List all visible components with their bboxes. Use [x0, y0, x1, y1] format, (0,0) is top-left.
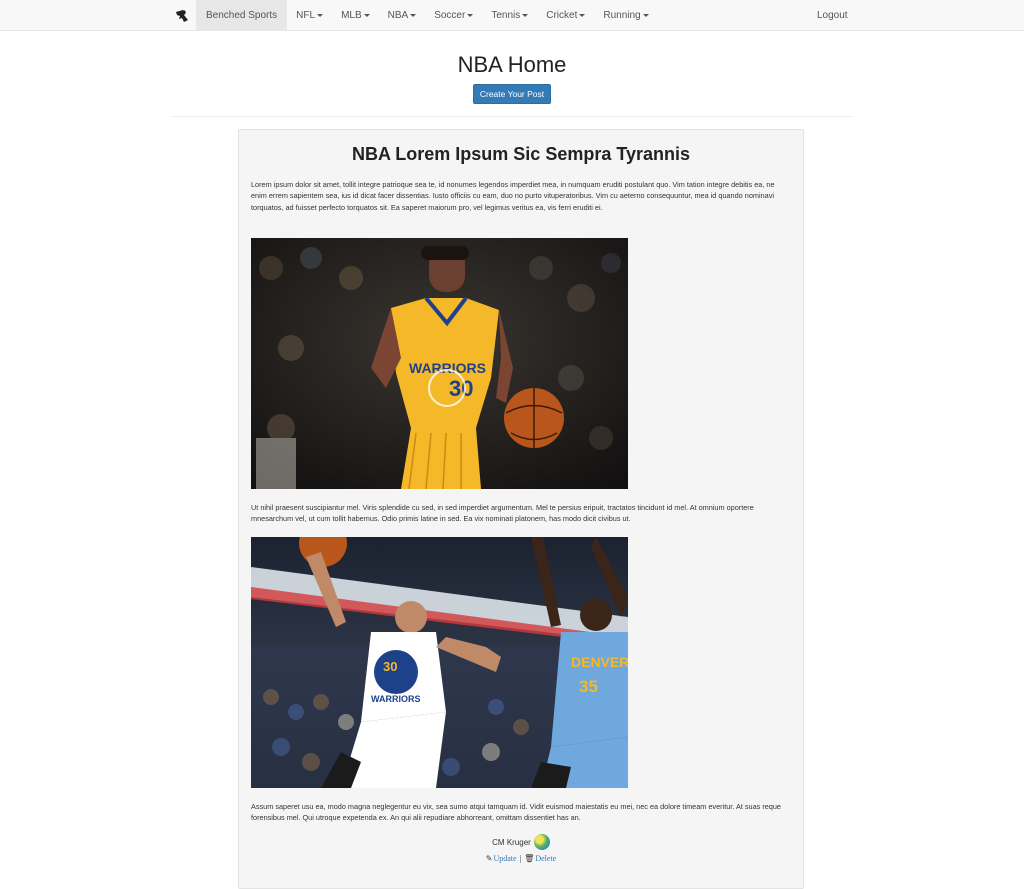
- nav-label: NFL: [296, 10, 316, 21]
- divider: [172, 116, 852, 117]
- nav-label: NBA: [387, 10, 409, 21]
- nav-label: Running: [603, 10, 641, 21]
- nav-item-running[interactable]: Running: [594, 0, 657, 31]
- caret-down-icon: [410, 14, 417, 17]
- page-title: NBA Home: [457, 52, 567, 77]
- caret-down-icon: [522, 14, 529, 17]
- nav-item-nba[interactable]: NBA: [379, 0, 426, 31]
- nav-item-nfl[interactable]: NFL: [287, 0, 332, 31]
- nav-label: MLB: [341, 10, 362, 21]
- caret-down-icon: [642, 14, 649, 17]
- nav-label: Benched Sports: [206, 10, 278, 21]
- logout-link[interactable]: Logout: [808, 0, 857, 31]
- post-image-player-layup: 30 WARRIORS DENVER 35: [251, 537, 628, 788]
- jersey-number-text: 30: [383, 659, 397, 674]
- post-title: NBA Lorem Ipsum Sic Sempra Tyrannis: [351, 144, 691, 164]
- pencil-icon: ✎: [485, 854, 493, 863]
- nav-label: Soccer: [434, 10, 466, 21]
- trash-icon: 🗑: [524, 854, 535, 863]
- caret-down-icon: [579, 14, 586, 17]
- logout-label: Logout: [817, 10, 848, 21]
- jersey-number-text: 30: [449, 376, 473, 401]
- nav-item-cricket[interactable]: Cricket: [537, 0, 594, 31]
- caret-down-icon: [317, 14, 324, 17]
- post-image-player-dribbling: WARRIORS 30: [251, 238, 628, 489]
- post-paragraph: Lorem ipsum dolor sit amet, tollit integ…: [251, 180, 775, 212]
- navbar-menu: Benched Sports NFL MLB NBA Soccer Tennis…: [168, 0, 658, 31]
- avatar[interactable]: [533, 834, 550, 850]
- post-paragraph: Ut nihil praesent suscipiantur mel. Viri…: [251, 503, 754, 524]
- top-navbar: Benched Sports NFL MLB NBA Soccer Tennis…: [0, 0, 1024, 31]
- caret-down-icon: [363, 14, 370, 17]
- nav-item-benched-sports[interactable]: Benched Sports: [196, 0, 288, 31]
- nav-label: Tennis: [491, 10, 521, 21]
- author-name: CM Kruger: [492, 837, 531, 847]
- create-post-button[interactable]: Create Your Post: [473, 84, 551, 104]
- nav-item-mlb[interactable]: MLB: [332, 0, 379, 31]
- post-author: CM Kruger: [239, 834, 803, 850]
- delete-link[interactable]: Delete: [535, 854, 556, 863]
- separator: |: [519, 854, 522, 863]
- post-actions: ✎ Update | 🗑 Delete: [239, 854, 803, 863]
- nav-item-tennis[interactable]: Tennis: [482, 0, 537, 31]
- post-paragraph: Assum saperet usu ea, modo magna neglege…: [251, 802, 781, 823]
- nav-label: Cricket: [546, 10, 578, 21]
- jersey-team-text: WARRIORS: [371, 694, 421, 704]
- silhouette-logo-icon[interactable]: [168, 0, 196, 31]
- update-link[interactable]: Update: [493, 854, 516, 863]
- jersey-team-text: WARRIORS: [409, 360, 486, 376]
- nav-item-soccer[interactable]: Soccer: [425, 0, 482, 31]
- post-card: NBA Lorem Ipsum Sic Sempra Tyrannis Lore…: [238, 129, 804, 889]
- jersey-team-text: DENVER: [571, 654, 628, 670]
- jersey-number-text: 35: [579, 677, 598, 696]
- caret-down-icon: [467, 14, 474, 17]
